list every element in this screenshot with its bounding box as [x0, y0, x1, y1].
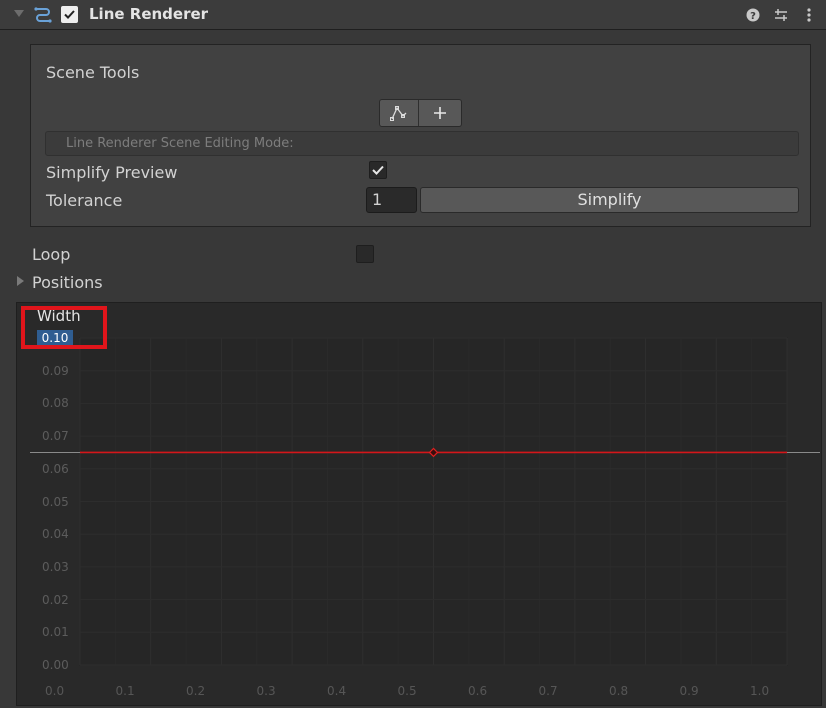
y-tick-label: 0.07 [42, 429, 69, 444]
x-tick-label: 0.3 [256, 684, 276, 698]
x-tick-label: 1.0 [750, 684, 770, 698]
x-tick-label: 0.9 [679, 684, 699, 698]
y-tick-label: 0.03 [42, 559, 69, 574]
x-tick-label: 0.6 [468, 684, 488, 698]
y-tick-label: 0.06 [42, 461, 69, 476]
x-tick-label: 0.7 [538, 684, 558, 698]
y-tick-label: 0.02 [42, 592, 69, 607]
highlight-annotation [21, 306, 107, 349]
width-curve-graph[interactable] [0, 0, 826, 708]
y-tick-label: 0.01 [42, 625, 69, 640]
y-tick-label: 0.08 [42, 396, 69, 411]
x-tick-label: 0.4 [327, 684, 347, 698]
x-tick-label: 0.5 [397, 684, 417, 698]
y-tick-label: 0.09 [42, 363, 69, 378]
y-tick-label: 0.05 [42, 494, 69, 509]
y-tick-label: 0.04 [42, 527, 69, 542]
y-tick-label: 0.00 [42, 658, 69, 672]
x-tick-label: 0.8 [609, 684, 629, 698]
x-tick-label: 0.2 [186, 684, 206, 698]
x-tick-label: 0.0 [45, 684, 65, 698]
x-tick-label: 0.1 [115, 684, 135, 698]
